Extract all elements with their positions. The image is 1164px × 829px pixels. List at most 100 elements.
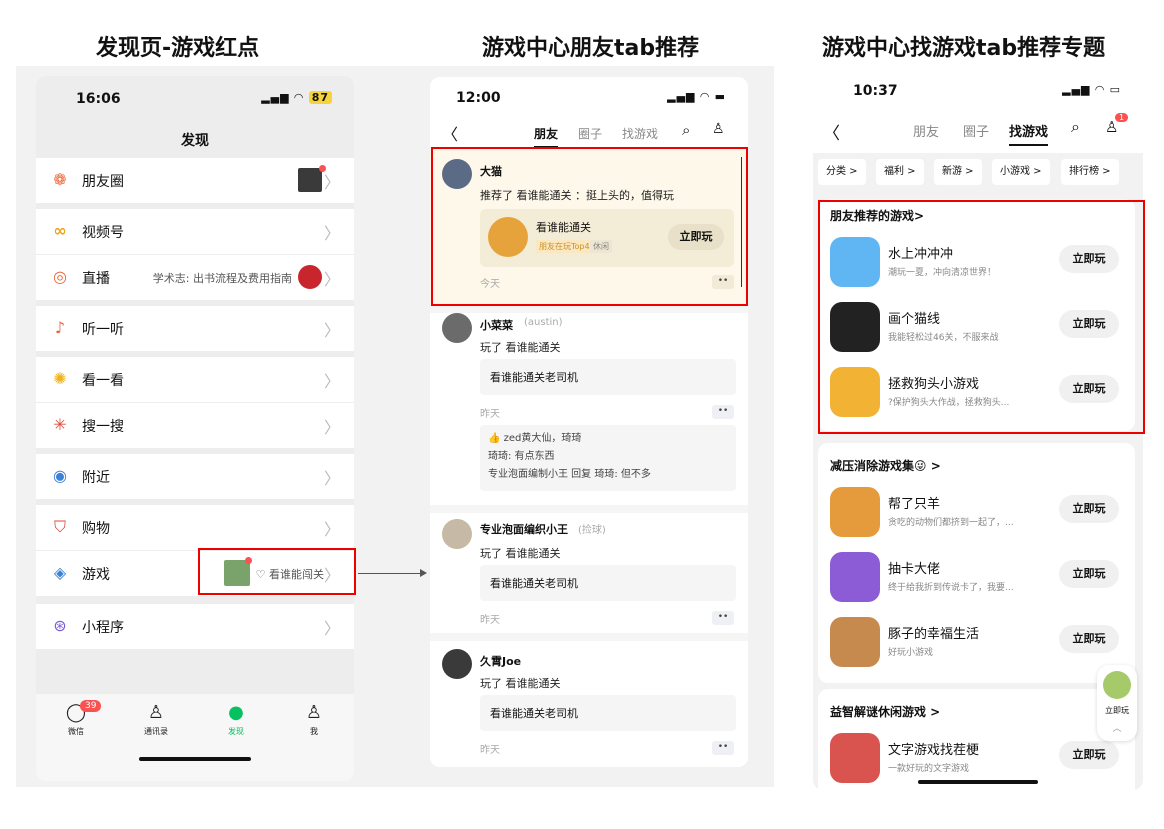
chevron-right-icon: 〉: [323, 321, 340, 340]
cell-moments[interactable]: ❁ 朋友圈 〉: [36, 158, 354, 203]
status-time: 12:00: [456, 90, 501, 106]
section-title[interactable]: 减压消除游戏集😜 >: [830, 457, 941, 474]
chip-ranking[interactable]: 排行榜 >: [1061, 159, 1119, 185]
cell-label: 直播: [82, 271, 110, 287]
game-card[interactable]: 看谁能通关 朋友在玩Top4 休闲 立即玩: [480, 209, 734, 267]
status-bar: 16:06 ▂▄▆ ◠ 87: [36, 76, 354, 116]
post-bubble: 看谁能通关老司机: [480, 695, 736, 731]
chevron-right-icon: 〉: [323, 469, 340, 488]
game-icon: [830, 552, 880, 602]
play-button[interactable]: 立即玩: [1059, 560, 1119, 588]
chip-mini-game[interactable]: 小游戏 >: [992, 159, 1050, 185]
game-card-tag: 朋友在玩Top4: [536, 240, 593, 253]
search-icon[interactable]: ⌕: [682, 121, 690, 139]
scroll-bar: [741, 157, 742, 287]
nav-bar: 〈 朋友 圈子 找游戏 ⌕ ♙ 1: [813, 113, 1143, 153]
game-name: 豚子的幸福生活: [888, 627, 980, 642]
game-row[interactable]: 拯救狗头小游戏 ?保护狗头大作战，拯救狗头... 立即玩: [818, 363, 1135, 423]
tab-friends[interactable]: 朋友: [913, 121, 939, 140]
profile-icon[interactable]: ♙: [712, 121, 725, 137]
game-row[interactable]: 豚子的幸福生活 好玩小游戏 立即玩: [818, 613, 1135, 673]
play-button[interactable]: 立即玩: [1059, 245, 1119, 273]
phone-discover: 16:06 ▂▄▆ ◠ 87 发现 ❁ 朋友圈 〉 ∞ 视频号 〉 ◎ 直播 学…: [36, 76, 354, 781]
section-title[interactable]: 益智解谜休闲游戏 >: [830, 703, 940, 720]
cell-look[interactable]: ✺ 看一看 〉: [36, 357, 354, 402]
avatar: [442, 313, 472, 343]
signal-icon: ▂▄▆ ◠ 87: [261, 91, 332, 104]
game-card-icon: [488, 217, 528, 257]
game-row[interactable]: 抽卡大佬 终于给我折到传说卡了，我要... 立即玩: [818, 548, 1135, 608]
chip-category[interactable]: 分类 >: [818, 159, 866, 185]
more-icon[interactable]: ••: [712, 611, 734, 625]
home-indicator: [918, 780, 1038, 784]
game-icon: [830, 237, 880, 287]
cell-channels[interactable]: ∞ 视频号 〉: [36, 209, 354, 254]
tab-circles[interactable]: 圈子: [578, 125, 602, 142]
search-icon[interactable]: ⌕: [1071, 117, 1080, 137]
cell-listen[interactable]: ♪ 听一听 〉: [36, 306, 354, 351]
tab-circles[interactable]: 圈子: [963, 121, 989, 140]
tab-label: 通讯录: [144, 727, 168, 736]
phone-find-game: 10:37 ▂▄▆ ◠ ▭ 〈 朋友 圈子 找游戏 ⌕ ♙ 1 分类 > 福利 …: [813, 77, 1143, 790]
tab-discover[interactable]: ● 发现: [206, 702, 266, 737]
tab-contacts[interactable]: ♙ 通讯录: [126, 702, 186, 737]
back-icon[interactable]: 〈: [823, 119, 840, 144]
more-icon[interactable]: ••: [712, 405, 734, 419]
home-indicator: [139, 757, 251, 761]
play-button[interactable]: 立即玩: [1059, 310, 1119, 338]
tab-friends[interactable]: 朋友: [534, 125, 559, 148]
post-action: 推荐了 看谁能通关 ：挺上头的，值得玩: [480, 189, 674, 202]
likes-line: 👍 zed黄大仙，琦琦: [488, 433, 582, 444]
tab-chats[interactable]: ◯ 微信 39: [46, 700, 106, 737]
tab-find-game[interactable]: 找游戏: [622, 125, 658, 142]
chip-new[interactable]: 新游 >: [934, 159, 982, 185]
chip-welfare[interactable]: 福利 >: [876, 159, 924, 185]
cell-game[interactable]: ◈ 游戏 ♡ 看谁能闯关 〉: [36, 551, 354, 596]
chevron-right-icon: 〉: [323, 372, 340, 391]
cell-search[interactable]: ✳ 搜一搜 〉: [36, 403, 354, 448]
post-time: 昨天: [480, 409, 500, 420]
status-time: 10:37: [853, 83, 898, 99]
section-friend-recommend: 朋友推荐的游戏> 水上冲冲冲 潮玩一夏，冲向清凉世界！ 立即玩 画个猫线 我能轻…: [818, 199, 1135, 431]
post-action: 玩了 看谁能通关: [480, 677, 561, 690]
compass-icon: ●: [228, 702, 244, 723]
play-button[interactable]: 立即玩: [668, 224, 724, 250]
page-title: 发现: [181, 133, 209, 149]
post-time: 今天: [480, 279, 500, 290]
signal-icon: ▂▄▆ ◠ ▭: [1062, 83, 1121, 96]
game-desc: 潮玩一夏，冲向清凉世界！: [888, 268, 997, 278]
channels-icon: ∞: [53, 221, 67, 240]
tab-me[interactable]: ♙ 我: [284, 702, 344, 737]
play-button[interactable]: 立即玩: [1059, 625, 1119, 653]
game-row[interactable]: 帮了只羊 贪吃的动物们都挤到一起了，... 立即玩: [818, 483, 1135, 543]
section-title[interactable]: 朋友推荐的游戏>: [830, 207, 924, 224]
caption-find-game-tab: 游戏中心找游戏tab推荐专题: [822, 36, 1106, 61]
post-handle: (austin): [524, 317, 563, 328]
play-button[interactable]: 立即玩: [1059, 495, 1119, 523]
game-extra: ♡ 看谁能闯关: [255, 568, 324, 581]
cell-label: 搜一搜: [82, 419, 124, 435]
game-row[interactable]: 画个猫线 我能轻松过46关，不服来战 立即玩: [818, 298, 1135, 358]
more-icon[interactable]: ••: [712, 275, 734, 289]
cell-shopping[interactable]: ⛉ 购物 〉: [36, 505, 354, 550]
tab-find-game[interactable]: 找游戏: [1009, 121, 1049, 146]
post-bubble: 看谁能通关老司机: [480, 565, 736, 601]
game-row[interactable]: 水上冲冲冲 潮玩一夏，冲向清凉世界！ 立即玩: [818, 233, 1135, 293]
play-button[interactable]: 立即玩: [1059, 741, 1119, 769]
back-icon[interactable]: 〈: [442, 121, 458, 145]
chevron-right-icon: 〉: [323, 270, 340, 289]
tab-label: 发现: [228, 727, 244, 736]
section-stress-relief: 减压消除游戏集😜 > 帮了只羊 贪吃的动物们都挤到一起了，... 立即玩 抽卡大…: [818, 443, 1135, 683]
cell-nearby[interactable]: ◉ 附近 〉: [36, 454, 354, 499]
category-chips: 分类 > 福利 > 新游 > 小游戏 > 排行榜 >: [818, 159, 1143, 185]
floating-play-widget[interactable]: 立即玩 ︿: [1097, 665, 1137, 741]
mini-program-icon: ⊛: [53, 616, 67, 635]
play-button[interactable]: 立即玩: [1059, 375, 1119, 403]
post-author: 大猫: [480, 165, 502, 178]
cell-live[interactable]: ◎ 直播 学术志: 出书流程及费用指南 〉: [36, 255, 354, 300]
cell-mini-program[interactable]: ⊛ 小程序 〉: [36, 604, 354, 649]
post-played: 久霄Joe 玩了 看谁能通关 看谁能通关老司机 昨天 ••: [430, 643, 748, 767]
live-extra: 学术志: 出书流程及费用指南: [152, 272, 292, 285]
cell-label: 小程序: [82, 620, 124, 636]
more-icon[interactable]: ••: [712, 741, 734, 755]
